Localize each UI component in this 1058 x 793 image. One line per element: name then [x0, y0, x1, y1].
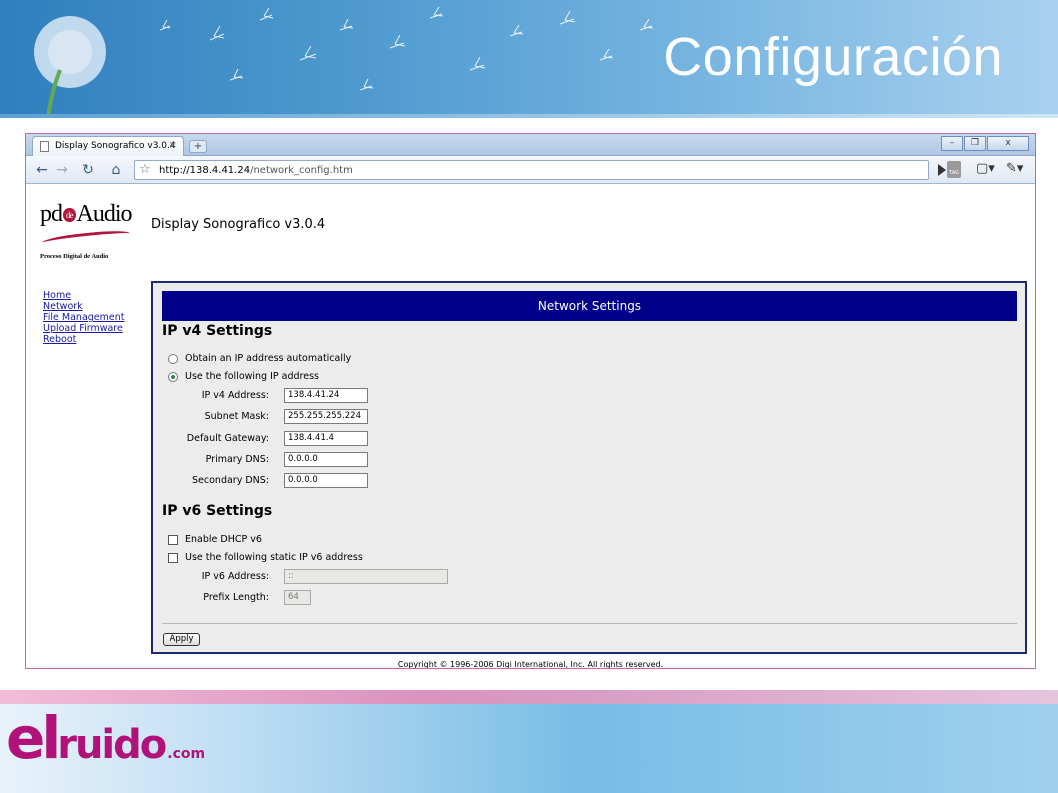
- elruido-logo: elruido .com: [6, 704, 205, 772]
- ipv6-address-label: IP v6 Address:: [201, 571, 269, 582]
- new-tab-button[interactable]: +: [189, 140, 207, 153]
- address-bar[interactable]: ☆ http://138.4.41.24/network_config.htm: [134, 160, 929, 180]
- nav-link-file-management[interactable]: File Management: [43, 312, 125, 323]
- minimize-button[interactable]: –: [941, 136, 963, 151]
- secondary-dns-row: Secondary DNS: 0.0.0.0: [153, 473, 368, 488]
- ipv4-section-title: IP v4 Settings: [162, 323, 273, 339]
- browser-tab[interactable]: Display Sonografico v3.0.4 ×: [32, 136, 184, 156]
- ipv4-auto-label: Obtain an IP address automatically: [185, 353, 352, 364]
- logo-swoosh: [41, 228, 131, 248]
- close-window-button[interactable]: x: [987, 136, 1029, 151]
- logo-text-left: pd: [40, 201, 63, 227]
- ipv4-auto-radio[interactable]: [168, 353, 178, 364]
- go-play-icon[interactable]: [938, 164, 946, 176]
- ipv4-address-input[interactable]: 138.4.41.24: [284, 388, 368, 403]
- url-path: /network_config.htm: [250, 165, 353, 176]
- panel-title: Network Settings: [162, 291, 1017, 321]
- brand-el: el: [6, 704, 61, 772]
- ipv6-section-title: IP v6 Settings: [162, 503, 273, 519]
- enable-dhcp-v6-checkbox[interactable]: [168, 534, 178, 545]
- secondary-dns-input[interactable]: 0.0.0.0: [284, 473, 368, 488]
- logo-subtitle: Proceso Digital de Audio: [40, 253, 109, 260]
- panel-divider: [162, 623, 1017, 624]
- ipv4-static-label: Use the following IP address: [185, 371, 319, 382]
- subnet-mask-input[interactable]: 255.255.255.224: [284, 409, 368, 424]
- tab-title: Display Sonografico v3.0.4: [55, 141, 176, 151]
- document-icon: [40, 141, 49, 152]
- ipv4-static-option[interactable]: Use the following IP address: [168, 371, 319, 382]
- prefix-length-label: Prefix Length:: [203, 592, 269, 603]
- prefix-length-input[interactable]: 64: [284, 590, 311, 605]
- ipv6-address-input[interactable]: ::: [284, 569, 448, 584]
- enable-dhcp-v6-option[interactable]: Enable DHCP v6: [168, 534, 262, 545]
- pdaudio-logo: pd de Audio Proceso Digital de Audio: [36, 195, 136, 265]
- browser-toolbar: ← → ↻ ⌂ ☆ http://138.4.41.24/network_con…: [26, 156, 1035, 184]
- bookmark-star-icon[interactable]: ☆: [139, 162, 151, 177]
- primary-dns-row: Primary DNS: 0.0.0.0: [153, 452, 368, 467]
- page-menu-icon[interactable]: ▢▾: [976, 161, 995, 176]
- static-ipv6-option[interactable]: Use the following static IP v6 address: [168, 552, 363, 563]
- wrench-menu-icon[interactable]: ✎▾: [1006, 161, 1023, 176]
- side-nav: Home Network File Management Upload Firm…: [43, 290, 125, 345]
- default-gateway-row: Default Gateway: 138.4.41.4: [153, 431, 368, 446]
- subnet-mask-row: Subnet Mask: 255.255.255.224: [153, 409, 368, 424]
- ipv4-address-row: IP v4 Address: 138.4.41.24: [153, 388, 368, 403]
- slide-header: Configuración: [0, 0, 1058, 118]
- static-ipv6-label: Use the following static IP v6 address: [185, 552, 363, 563]
- apply-button[interactable]: Apply: [163, 633, 200, 646]
- logo-wordmark: pd de Audio: [40, 201, 133, 228]
- enable-dhcp-v6-label: Enable DHCP v6: [185, 534, 262, 545]
- ipv4-auto-option[interactable]: Obtain an IP address automatically: [168, 353, 351, 364]
- prefix-length-row: Prefix Length: 64: [153, 590, 311, 605]
- web-page: pd de Audio Proceso Digital de Audio Displ…: [26, 185, 1035, 669]
- url-text: http://138.4.41.24/network_config.htm: [159, 165, 353, 176]
- url-host: http://138.4.41.24: [159, 165, 251, 176]
- tab-close-icon[interactable]: ×: [169, 140, 177, 151]
- nav-link-home[interactable]: Home: [43, 290, 125, 301]
- logo-text-right: Audio: [76, 201, 133, 227]
- brand-ruido: ruido: [57, 722, 167, 768]
- subnet-mask-label: Subnet Mask:: [204, 411, 269, 422]
- slide-title: Configuración: [663, 27, 1003, 87]
- window-controls: – ❐ x: [941, 136, 1029, 151]
- page-heading: Display Sonografico v3.0.4: [151, 217, 326, 232]
- reload-icon[interactable]: ↻: [78, 161, 98, 179]
- tab-strip: Display Sonografico v3.0.4 × + – ❐ x: [26, 134, 1035, 156]
- static-ipv6-checkbox[interactable]: [168, 552, 178, 563]
- ipv4-address-label: IP v4 Address:: [201, 390, 269, 401]
- dandelion-image: [34, 6, 654, 118]
- nav-link-reboot[interactable]: Reboot: [43, 334, 125, 345]
- secondary-dns-label: Secondary DNS:: [192, 475, 269, 486]
- network-settings-panel: Network Settings IP v4 Settings Obtain a…: [151, 281, 1027, 654]
- brand-com: .com: [167, 746, 206, 762]
- home-icon[interactable]: ⌂: [106, 161, 126, 179]
- primary-dns-input[interactable]: 0.0.0.0: [284, 452, 368, 467]
- copyright-text: Copyright © 1996-2006 Digi International…: [397, 660, 664, 669]
- forward-arrow-icon[interactable]: →: [52, 161, 72, 179]
- ipv6-address-row: IP v6 Address: ::: [153, 569, 448, 584]
- logo-text-de: de: [63, 208, 76, 223]
- back-arrow-icon[interactable]: ←: [32, 161, 52, 179]
- default-gateway-input[interactable]: 138.4.41.4: [284, 431, 368, 446]
- nav-link-network[interactable]: Network: [43, 301, 125, 312]
- nav-link-upload-firmware[interactable]: Upload Firmware: [43, 323, 125, 334]
- primary-dns-label: Primary DNS:: [205, 454, 269, 465]
- default-gateway-label: Default Gateway:: [186, 433, 269, 444]
- browser-screenshot: Display Sonografico v3.0.4 × + – ❐ x ← →…: [25, 133, 1036, 669]
- tag-icon[interactable]: TAG: [947, 161, 961, 178]
- maximize-button[interactable]: ❐: [964, 136, 986, 151]
- slide-footer-stripe: [0, 690, 1058, 704]
- ipv4-static-radio[interactable]: [168, 371, 178, 382]
